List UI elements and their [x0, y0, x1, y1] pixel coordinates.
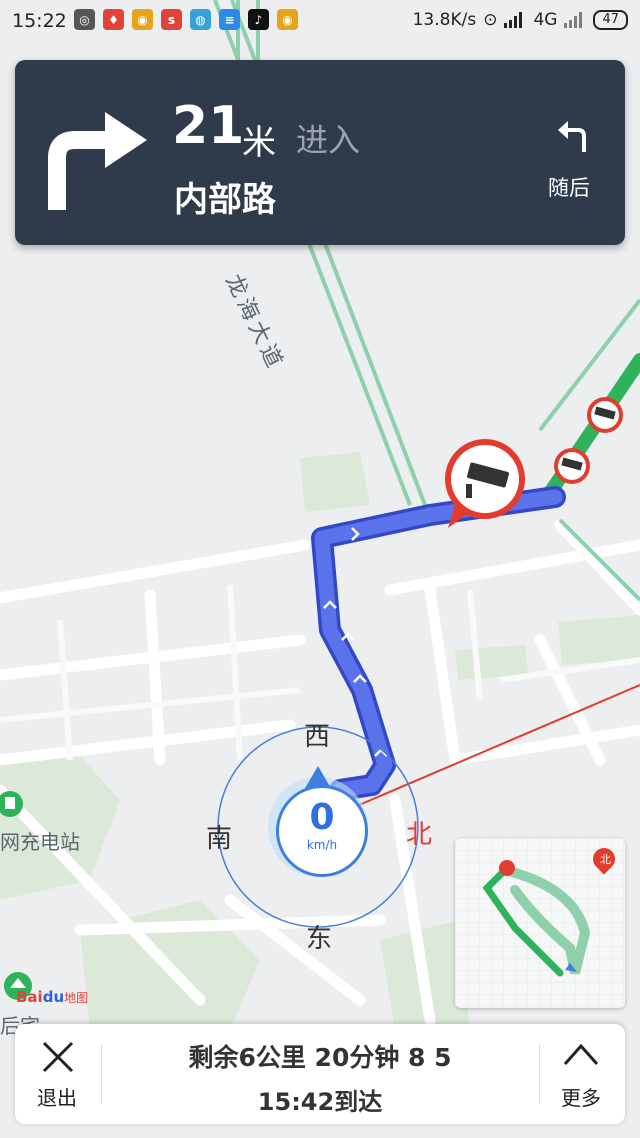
arrival-time: 15:42到达 [257, 1088, 383, 1116]
baidu-map-logo: Baidu地图 [16, 988, 89, 1006]
exit-label: 退出 [37, 1086, 77, 1110]
compass-south: 南 [206, 824, 233, 854]
distance-value: 21 [172, 96, 245, 156]
status-time: 15:22 [12, 10, 67, 32]
poi-charging-label[interactable]: 网充电站 [0, 826, 80, 855]
turn-right-icon [48, 112, 147, 210]
road-name: 内部路 [174, 180, 276, 220]
weibo-app-icon: ◉ [132, 9, 153, 30]
divider-2 [539, 1044, 540, 1104]
distance-unit: 米 [242, 123, 276, 163]
close-icon [42, 1041, 74, 1073]
exit-button[interactable]: 退出 [15, 1024, 99, 1124]
compass-west: 西 [304, 722, 331, 752]
tiktok-app-icon: ♪ [248, 9, 269, 30]
round-app-icon: ◍ [190, 9, 211, 30]
compass-north: 北 [406, 820, 433, 850]
signal-icon-2 [564, 12, 586, 28]
camera-small-icon-2[interactable] [587, 397, 623, 433]
status-indicators: 13.8K/s ⊙ 4G 47 [413, 10, 628, 30]
action-text: 进入 [296, 121, 361, 159]
speed-unit: km/h [306, 838, 338, 852]
notification-icons: ◎ ♦ ◉ s ◍ ≡ ♪ ◉ [74, 9, 298, 30]
later-label: 随后 [548, 176, 590, 200]
signal-icon [504, 12, 526, 28]
status-bar: 15:22 ◎ ♦ ◉ s ◍ ≡ ♪ ◉ 13.8K/s ⊙ 4G 47 [0, 0, 640, 42]
trip-summary-bar: 退出 剩余6公里 20分钟 8 5 15:42到达 更多 [15, 1024, 625, 1124]
guidance-card[interactable]: 21 米 进入 内部路 随后 [15, 60, 625, 245]
net-speed: 13.8K/s [412, 10, 477, 30]
speed-value: 0 [309, 797, 335, 838]
divider [101, 1044, 102, 1104]
map-pin-app-icon: ◎ [74, 9, 95, 30]
camera-small-icon[interactable] [554, 448, 590, 484]
compass-east: 东 [306, 924, 333, 954]
route-overview-minimap[interactable]: 北 [455, 838, 625, 1008]
speed-indicator: 0 km/h [276, 785, 368, 877]
battery-icon: 47 [593, 10, 628, 30]
remaining-info: 剩余6公里 20分钟 8 5 [188, 1043, 452, 1072]
location-app-icon: ♦ [103, 9, 124, 30]
hotspot-icon: ⊙ [483, 10, 498, 30]
next-turn-left-icon [558, 121, 586, 152]
chevron-up-icon [563, 1043, 599, 1065]
trip-info[interactable]: 剩余6公里 20分钟 8 5 15:42到达 [15, 1024, 625, 1124]
more-button[interactable]: 更多 [541, 1024, 625, 1124]
sina-app-icon: s [161, 9, 182, 30]
weibo-app-icon-2: ◉ [277, 9, 298, 30]
more-label: 更多 [561, 1086, 601, 1110]
minimap-north-label: 北 [600, 853, 611, 866]
notes-app-icon: ≡ [219, 9, 240, 30]
network-type: 4G [533, 10, 558, 30]
